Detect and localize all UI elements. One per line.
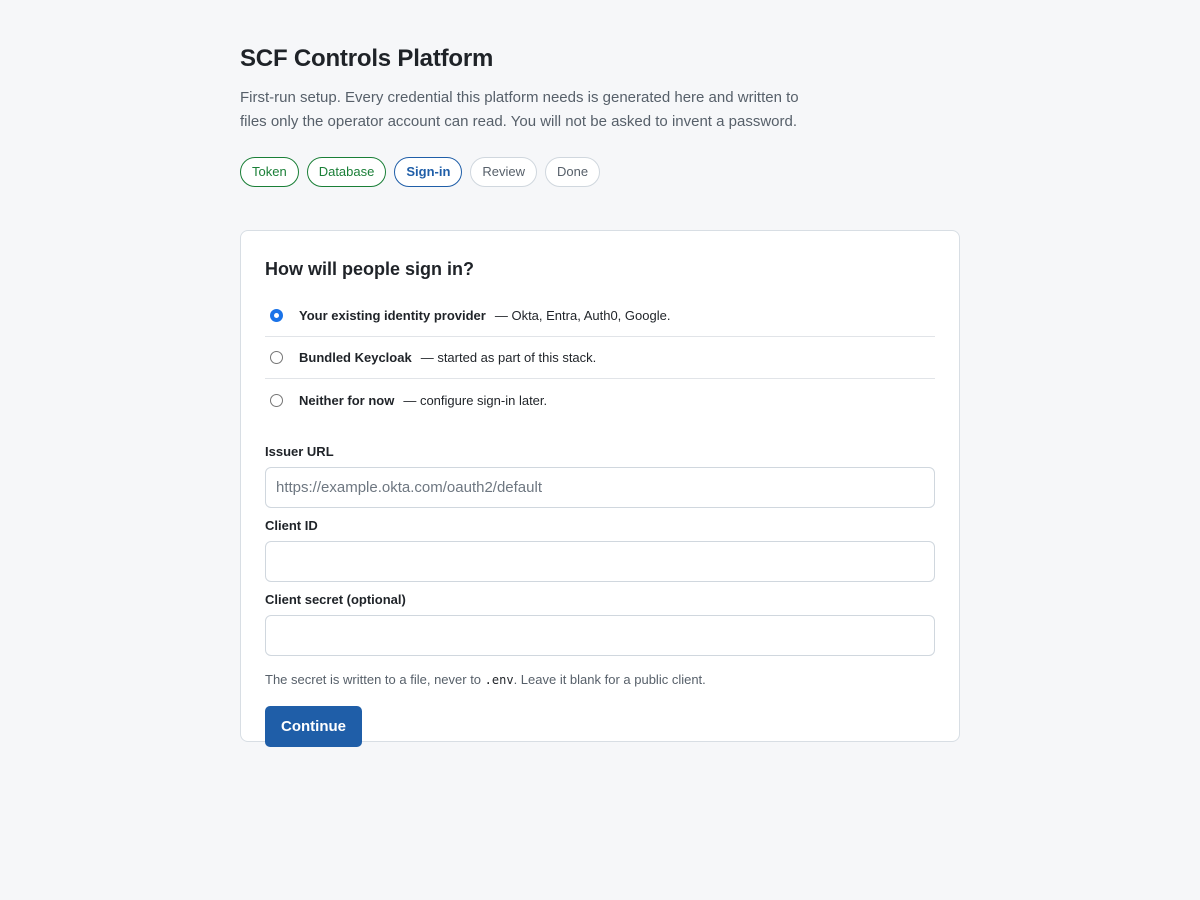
client-id-input[interactable] <box>265 541 935 582</box>
option-description: — started as part of this stack. <box>420 350 597 365</box>
radio-bundled-keycloak[interactable] <box>270 351 283 364</box>
card-title: How will people sign in? <box>265 259 475 279</box>
step-done[interactable]: Done <box>545 157 601 187</box>
client-secret-group: Client secret (optional) <box>265 592 935 656</box>
help-text-start: The secret is written to a file, never t… <box>265 672 485 687</box>
option-description: — configure sign-in later. <box>403 392 548 408</box>
page-title: SCF Controls Platform <box>240 45 494 72</box>
continue-button[interactable]: Continue <box>265 706 362 747</box>
option-bundled-keycloak[interactable]: Bundled Keycloak — started as part of th… <box>265 337 935 379</box>
client-secret-label: Client secret (optional) <box>265 592 406 607</box>
issuer-url-group: Issuer URL <box>265 444 935 508</box>
step-database[interactable]: Database <box>306 157 387 187</box>
step-sign-in[interactable]: Sign-in <box>394 157 463 187</box>
option-name: Your existing identity provider <box>299 308 486 323</box>
step-indicator: Token Database Sign-in Review Done <box>240 157 960 187</box>
help-text-end: . Leave it blank for a public client. <box>513 672 706 687</box>
sign-in-card: How will people sign in? Your existing i… <box>240 230 960 747</box>
client-id-wrapper <box>265 541 935 582</box>
option-name: Neither for now <box>299 392 395 408</box>
intro-text: First-run setup. Every credential this p… <box>240 89 799 130</box>
option-description: — Okta, Entra, Auth0, Google. <box>494 308 671 323</box>
client-secret-wrapper <box>265 615 935 656</box>
setup-page: SCF Controls Platform First-run setup. E… <box>240 44 960 747</box>
client-id-group: Client ID <box>265 518 935 582</box>
option-identity-provider[interactable]: Your existing identity provider — Okta, … <box>265 295 935 337</box>
issuer-url-wrapper <box>265 467 935 508</box>
sign-in-options: Your existing identity provider — Okta, … <box>265 295 935 421</box>
radio-identity-provider[interactable] <box>270 309 283 322</box>
step-token[interactable]: Token <box>240 157 299 187</box>
env-file-code: .env <box>484 673 514 687</box>
issuer-url-label: Issuer URL <box>265 444 334 459</box>
step-review[interactable]: Review <box>470 157 538 187</box>
client-id-label: Client ID <box>265 518 318 533</box>
client-secret-input[interactable] <box>265 615 935 656</box>
radio-neither[interactable] <box>270 393 283 407</box>
issuer-url-input[interactable] <box>265 467 935 508</box>
option-neither[interactable]: Neither for now — configure sign-in late… <box>265 379 935 421</box>
option-name: Bundled Keycloak <box>299 350 412 365</box>
secret-help-text: The secret is written to a file, never t… <box>265 672 935 688</box>
